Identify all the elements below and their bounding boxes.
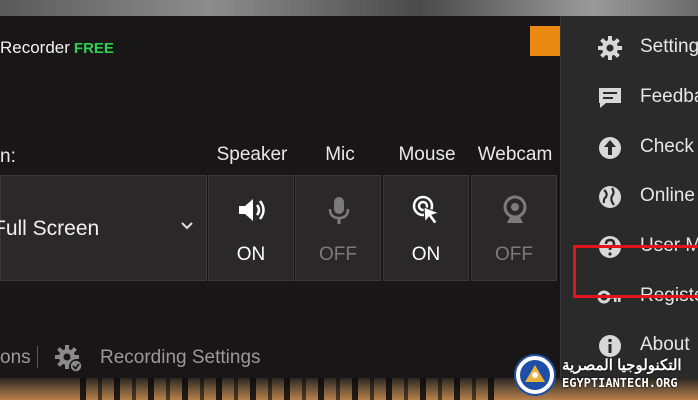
options-menu: Setting Feedba Check Online User M (560, 16, 698, 378)
desktop-background-top (0, 0, 698, 16)
mouse-click-icon (412, 195, 441, 225)
menu-item-settings-label: Setting (640, 36, 698, 57)
webcam-state: OFF (495, 244, 533, 265)
watermark: التكنولوجيا المصرية EGYPTIANTECH.ORG (514, 354, 698, 400)
mic-state: OFF (319, 244, 357, 265)
gear-icon (598, 36, 622, 60)
watermark-english-text: EGYPTIANTECH.ORG (562, 376, 678, 390)
watermark-arabic-text: التكنولوجيا المصرية (562, 357, 682, 374)
speaker-icon (239, 199, 265, 221)
mic-toggle[interactable]: OFF (295, 175, 381, 281)
mouse-toggle[interactable]: ON (383, 175, 469, 281)
menu-item-feedback[interactable]: Feedba (561, 76, 698, 120)
menu-item-feedback-label: Feedba (640, 86, 698, 107)
recording-settings-gear-icon[interactable] (54, 344, 84, 374)
speaker-column-label: Speaker (216, 144, 288, 165)
webcam-column-label: Webcam (477, 144, 553, 165)
speaker-toggle[interactable]: ON (208, 175, 294, 281)
watermark-logo (514, 354, 556, 396)
app-title-text: Recorder (0, 38, 70, 57)
desktop-background-trees (80, 378, 500, 400)
footer-divider (37, 346, 38, 368)
app-title: Recorder FREE (0, 38, 114, 58)
free-badge: FREE (73, 40, 114, 57)
menu-item-check-updates[interactable]: Check (561, 126, 698, 170)
recording-settings-link[interactable]: Recording Settings (100, 347, 261, 369)
recorder-window: Recorder FREE n: Speaker Mic Mouse Webcam… (0, 16, 560, 378)
mouse-state: ON (411, 244, 441, 265)
recording-area-label: n: (0, 146, 16, 167)
recording-area-value: Full Screen (0, 217, 100, 240)
register-highlight-box (573, 245, 698, 298)
footer-bar: ons Recording Settings (0, 344, 560, 373)
microphone-icon (328, 197, 350, 224)
feedback-icon (599, 88, 621, 108)
chevron-down-icon (181, 222, 193, 230)
webcam-icon (503, 195, 527, 223)
menu-item-online-label: Online (640, 185, 695, 206)
mic-column-label: Mic (325, 144, 355, 165)
menu-item-about-label: About (640, 334, 690, 355)
webcam-toggle[interactable]: OFF (471, 175, 557, 281)
options-link[interactable]: ons (0, 347, 31, 369)
recording-area-select[interactable]: Full Screen (0, 175, 207, 281)
pyramid-logo-icon (520, 360, 550, 390)
upload-icon (599, 137, 621, 159)
menu-item-online[interactable]: Online (561, 175, 698, 219)
mouse-column-label: Mouse (398, 144, 456, 165)
upgrade-button[interactable] (530, 26, 560, 56)
globe-icon (599, 186, 621, 208)
menu-item-check-label: Check (640, 136, 694, 157)
menu-item-settings[interactable]: Setting (561, 26, 698, 70)
speaker-state: ON (236, 244, 266, 265)
